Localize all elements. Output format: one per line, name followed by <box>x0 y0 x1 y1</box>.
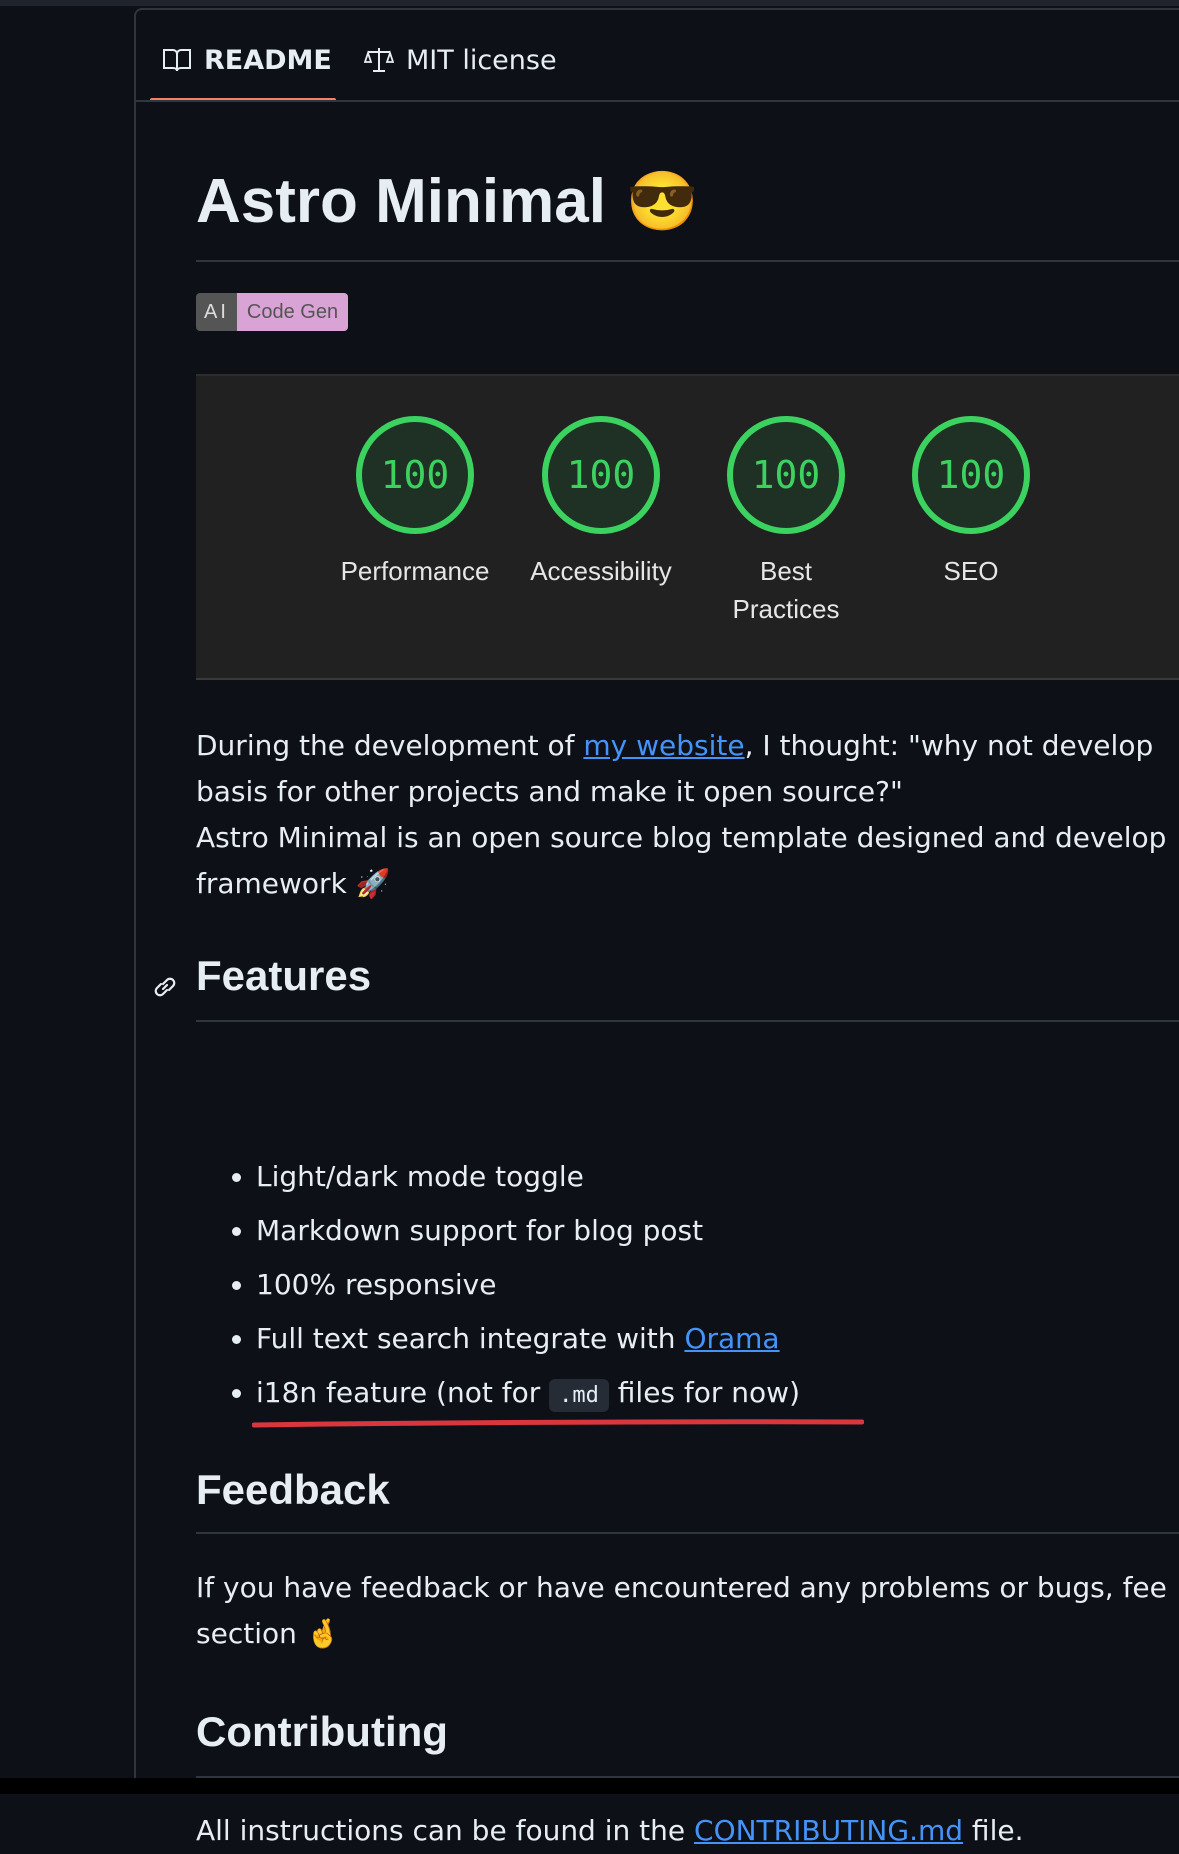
contributing-line: All instructions can be found in the CON… <box>196 1808 1023 1854</box>
list-item-text: files for now) <box>608 1376 801 1409</box>
feedback-line-2: section 🤞 <box>196 1617 341 1650</box>
score-gauge: 100 <box>912 416 1030 534</box>
readme-tab-bar: README MIT license <box>134 8 1179 102</box>
features-heading: Features <box>154 952 372 1000</box>
top-edge <box>0 0 1179 6</box>
readme-panel <box>134 100 1179 1782</box>
feedback-heading-text: Feedback <box>196 1466 390 1513</box>
page-title: Astro Minimal 😎 <box>196 166 698 237</box>
list-item: Markdown support for blog post <box>256 1204 800 1258</box>
tab-readme[interactable]: README <box>162 38 332 82</box>
tab-readme-label: README <box>204 44 332 76</box>
list-item-text: i18n feature (not for <box>256 1376 550 1409</box>
contributing-text: All instructions can be found in the <box>196 1814 695 1847</box>
contributing-md-link[interactable]: CONTRIBUTING.md <box>694 1814 963 1847</box>
score-label: Performance <box>340 556 490 586</box>
page-title-text: Astro Minimal <box>196 167 606 236</box>
intro-text: During the development of <box>196 729 584 762</box>
my-website-link[interactable]: my website <box>583 729 744 762</box>
intro-line-1: During the development of my website, I … <box>196 723 1153 769</box>
score-gauge: 100 <box>356 416 474 534</box>
intro-line-3: Astro Minimal is an open source blog tem… <box>196 821 1167 854</box>
contributing-heading: Contributing <box>196 1708 448 1756</box>
red-annotation-underline <box>252 1419 864 1428</box>
intro-line-2: basis for other projects and make it ope… <box>196 775 903 808</box>
features-heading-text: Features <box>196 952 372 999</box>
feedback-divider <box>196 1532 1179 1534</box>
link-anchor-icon[interactable] <box>150 964 180 1012</box>
score-gauge: 100 <box>542 416 660 534</box>
tab-license-label: MIT license <box>406 44 557 76</box>
feedback-line-1: If you have feedback or have encountered… <box>196 1571 1167 1604</box>
list-item: i18n feature (not for .md files for now) <box>256 1366 800 1423</box>
lighthouse-scores: 100 Performance 100 Accessibility 100 Be… <box>196 374 1179 680</box>
score-label: Best Practices <box>732 556 840 624</box>
score-seo: 100 SEO <box>886 416 1056 590</box>
contributing-heading-text: Contributing <box>196 1708 448 1755</box>
bottom-edge <box>0 1778 1179 1794</box>
features-divider <box>196 1020 1179 1022</box>
title-divider <box>196 260 1179 262</box>
scale-icon <box>364 46 394 74</box>
tab-license[interactable]: MIT license <box>364 38 557 82</box>
features-list: Light/dark mode toggle Markdown support … <box>196 1150 800 1423</box>
md-code: .md <box>549 1379 609 1412</box>
list-item: 100% responsive <box>256 1258 800 1312</box>
book-icon <box>162 47 192 73</box>
list-item: Light/dark mode toggle <box>256 1150 800 1204</box>
intro-text: , I thought: "why not develop <box>744 729 1154 762</box>
intro-line-4: framework 🚀 <box>196 867 391 900</box>
sunglasses-emoji-icon: 😎 <box>625 168 699 234</box>
score-gauge: 100 <box>727 416 845 534</box>
feedback-heading: Feedback <box>196 1466 390 1514</box>
list-item: Full text search integrate with Orama <box>256 1312 800 1366</box>
score-label: SEO <box>943 556 999 586</box>
score-performance: 100 Performance <box>330 416 500 590</box>
ai-code-gen-badge[interactable]: AI Code Gen <box>196 293 349 331</box>
badge-left-text: AI <box>196 293 237 331</box>
score-accessibility: 100 Accessibility <box>516 416 686 590</box>
score-label: Accessibility <box>530 556 672 586</box>
badge-right-text: Code Gen <box>236 293 349 331</box>
score-best-practices: 100 Best Practices <box>701 416 871 628</box>
orama-link[interactable]: Orama <box>684 1322 779 1355</box>
list-item-text: Full text search integrate with <box>256 1322 685 1355</box>
contributing-text: file. <box>963 1814 1024 1847</box>
